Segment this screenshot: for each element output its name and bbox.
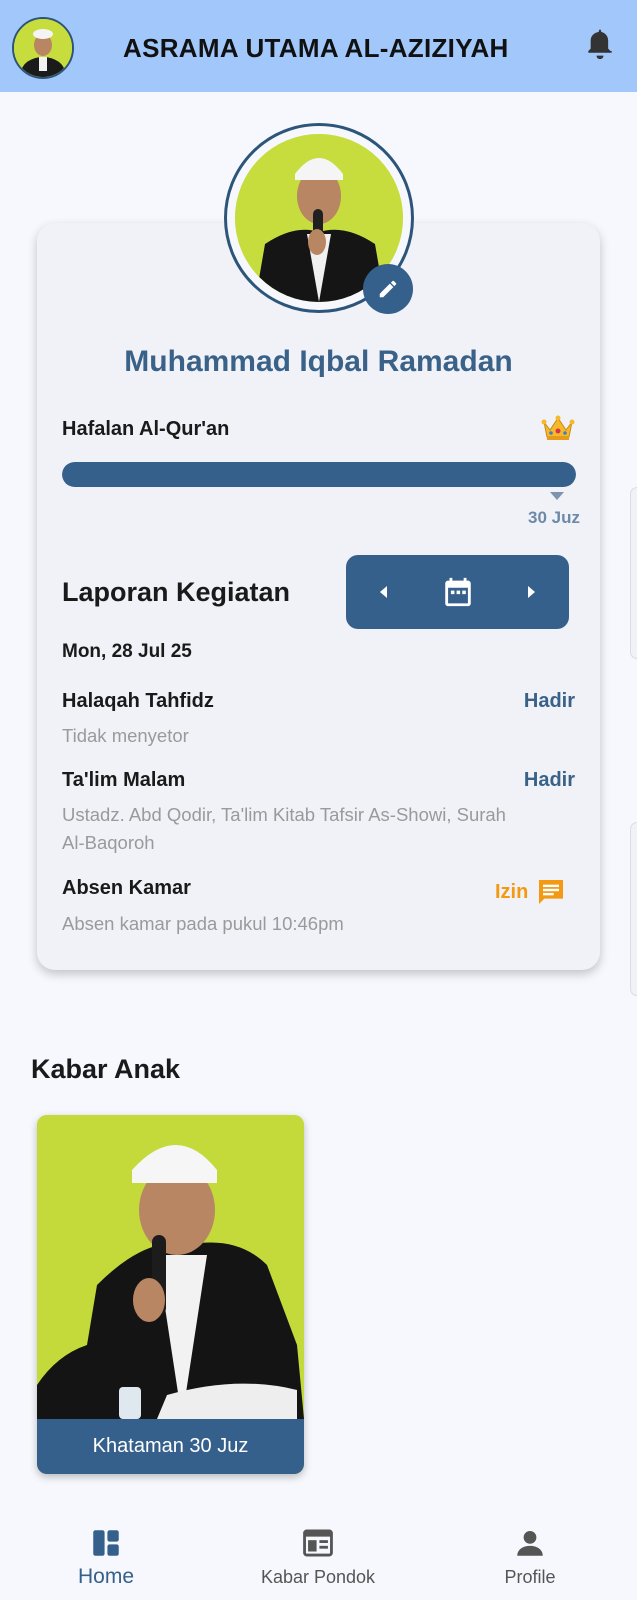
nav-label-profile: Profile [504,1567,556,1587]
activity-name: Ta'lim Malam [62,769,186,791]
hafalan-progress-fill [62,462,576,487]
progress-label: 30 Juz [528,508,580,527]
nav-item-kabar-pondok[interactable]: Kabar Pondok [212,1512,424,1600]
hafalan-progress-bar [62,462,576,487]
next-card-peek[interactable] [630,822,637,996]
report-date: Mon, 28 Jul 25 [62,641,192,662]
activity-name: Absen Kamar [62,877,191,899]
activity-description: Ustadz. Abd Qodir, Ta'lim Kitab Tafsir A… [62,804,506,853]
activity-status: Hadir [523,769,575,791]
activity-status-izin[interactable]: Izin [495,875,568,909]
nav-label-kabar-pondok: Kabar Pondok [260,1567,376,1587]
bell-icon[interactable] [586,27,614,61]
chevron-right-icon[interactable] [521,582,541,602]
nav-item-home[interactable]: Home [0,1512,212,1600]
hafalan-label: Hafalan Al-Qur'an [62,418,230,440]
news-card[interactable]: Khataman 30 Juz [37,1115,304,1474]
crown-icon [541,415,575,440]
kabar-anak-title: Kabar Anak [31,1054,181,1084]
bottom-navigation: Home Kabar Pondok Profile [0,1512,637,1600]
news-photo [37,1115,304,1419]
pencil-icon [379,280,397,298]
activity-description: Absen kamar pada pukul 10:46pm [62,913,344,934]
news-icon [303,1529,333,1557]
activity-status: Izin [495,880,529,903]
app-title: ASRAMA UTAMA AL-AZIZIYAH [123,33,509,63]
message-icon[interactable] [534,876,568,908]
dashboard-icon [93,1530,119,1556]
student-name: Muhammad Iqbal Ramadan [124,345,513,378]
date-navigator [346,555,569,629]
app-bar: ASRAMA UTAMA AL-AZIZIYAH [0,0,637,92]
person-icon [517,1530,543,1556]
activity-description: Tidak menyetor [62,725,189,746]
next-card-peek[interactable] [630,487,637,659]
student-avatar-image [14,19,72,77]
nav-label-home: Home [77,1565,135,1588]
progress-marker [550,492,564,500]
laporan-title: Laporan Kegiatan [62,577,291,607]
activity-status: Hadir [523,690,575,712]
header-avatar[interactable] [12,17,74,79]
news-caption: Khataman 30 Juz [37,1419,304,1474]
nav-item-profile[interactable]: Profile [424,1512,636,1600]
calendar-icon[interactable] [441,575,475,609]
activity-name: Halaqah Tahfidz [62,690,214,712]
chevron-left-icon[interactable] [374,582,394,602]
edit-profile-button[interactable] [363,264,413,314]
